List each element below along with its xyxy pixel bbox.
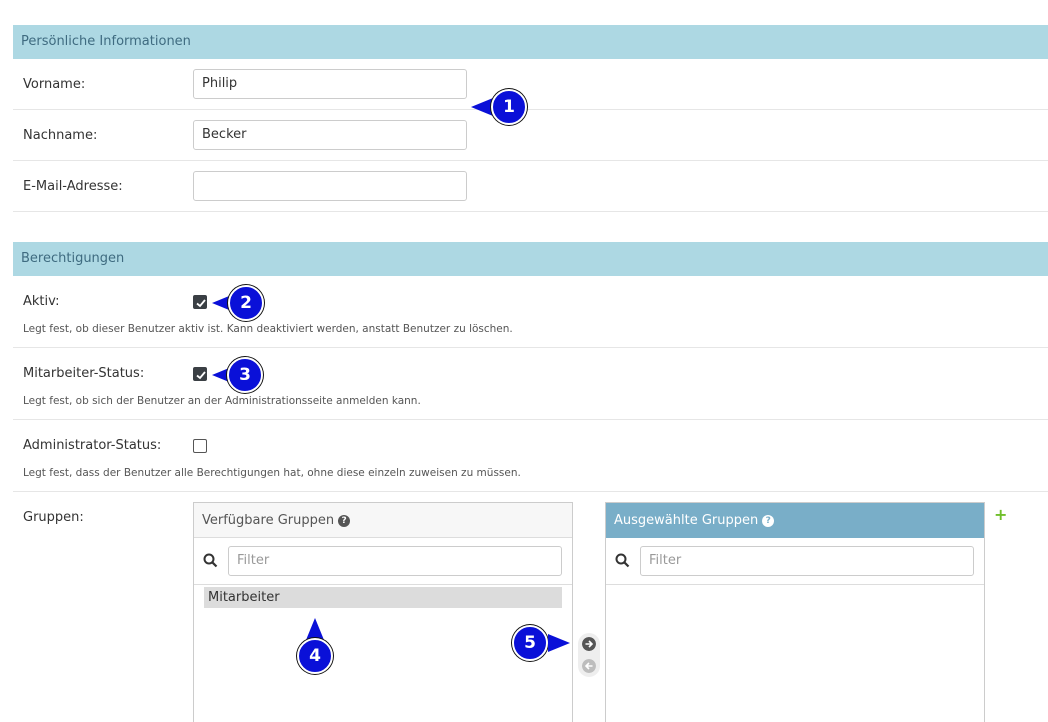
chosen-groups-title-text: Ausgewählte Gruppen <box>614 513 759 528</box>
add-group-button[interactable]: + <box>994 505 1007 524</box>
superuser-label: Administrator-Status: <box>23 438 162 453</box>
last-name-label: Nachname: <box>23 128 98 143</box>
staff-checkbox[interactable] <box>193 367 207 381</box>
callout-number: 2 <box>228 285 264 321</box>
last-name-row: Nachname: Becker <box>13 110 1048 161</box>
first-name-input[interactable]: Philip <box>193 69 467 99</box>
active-label: Aktiv: <box>23 294 60 309</box>
email-label: E-Mail-Adresse: <box>23 179 123 194</box>
arrow-left-icon[interactable] <box>582 659 596 673</box>
first-name-label: Vorname: <box>23 77 86 92</box>
callout-pointer-up-icon <box>306 618 324 640</box>
available-groups-box: Verfügbare Gruppen? Filter Mitarbeiter <box>193 502 573 722</box>
available-filter-row: Filter <box>194 538 572 585</box>
available-groups-title-text: Verfügbare Gruppen <box>202 513 335 528</box>
first-name-row: Vorname: Philip <box>13 59 1048 110</box>
list-item-mitarbeiter[interactable]: Mitarbeiter <box>204 587 562 608</box>
staff-help: Legt fest, ob sich der Benutzer an der A… <box>23 395 421 407</box>
email-row: E-Mail-Adresse: <box>13 161 1048 212</box>
callout-pointer-right-icon <box>548 634 570 652</box>
search-icon <box>203 553 218 568</box>
chosen-groups-box: Ausgewählte Gruppen? Filter <box>605 502 985 722</box>
section-header-personal: Persönliche Informationen <box>13 25 1048 59</box>
callout-number: 5 <box>512 625 548 661</box>
search-icon <box>615 553 630 568</box>
chosen-filter-row: Filter <box>606 538 984 585</box>
staff-row: Mitarbeiter-Status: Legt fest, ob sich d… <box>13 348 1048 420</box>
last-name-input[interactable]: Becker <box>193 120 467 150</box>
chosen-groups-title: Ausgewählte Gruppen? <box>606 503 984 538</box>
help-icon[interactable]: ? <box>338 515 351 527</box>
active-checkbox[interactable] <box>193 295 207 309</box>
arrow-right-icon[interactable] <box>582 637 596 651</box>
superuser-help: Legt fest, dass der Benutzer alle Berech… <box>23 467 521 479</box>
groups-label: Gruppen: <box>23 510 84 525</box>
section-header-permissions: Berechtigungen <box>13 242 1048 276</box>
chosen-filter-input[interactable]: Filter <box>640 546 974 576</box>
active-help: Legt fest, ob dieser Benutzer aktiv ist.… <box>23 323 513 335</box>
available-groups-title: Verfügbare Gruppen? <box>194 503 572 538</box>
email-input[interactable] <box>193 171 467 201</box>
available-filter-input[interactable]: Filter <box>228 546 562 576</box>
staff-label: Mitarbeiter-Status: <box>23 366 145 381</box>
callout-number: 1 <box>491 89 527 125</box>
help-icon[interactable]: ? <box>762 515 775 527</box>
superuser-row: Administrator-Status: Legt fest, dass de… <box>13 420 1048 492</box>
callout-number: 3 <box>227 357 263 393</box>
selector-mover <box>578 633 600 677</box>
callout-number: 4 <box>297 638 333 674</box>
superuser-checkbox[interactable] <box>193 439 207 453</box>
active-row: Aktiv: Legt fest, ob dieser Benutzer akt… <box>13 276 1048 348</box>
